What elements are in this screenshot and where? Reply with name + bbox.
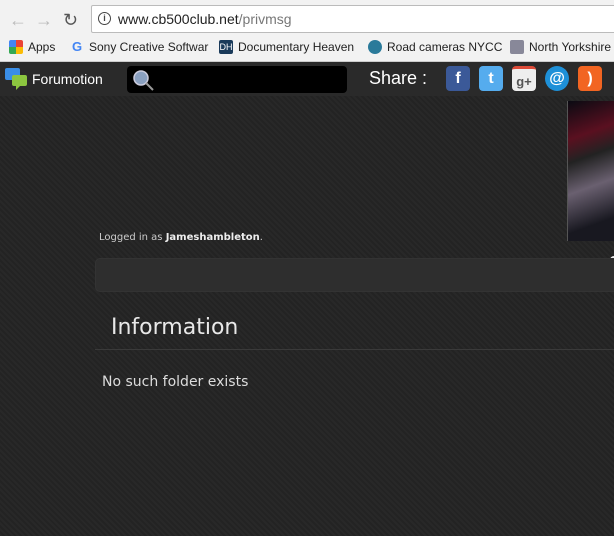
header-banner-image [567, 101, 614, 241]
forumotion-brand[interactable]: Forumotion [32, 71, 103, 87]
bookmark-road-cameras[interactable]: Road cameras NYCC [368, 38, 502, 56]
logged-in-status: Logged in as Jameshambleton. [99, 232, 263, 243]
bookmark-label: Sony Creative Softwar [89, 40, 209, 54]
forumotion-logo-icon [5, 68, 27, 90]
url-host: www.cb500club.net [118, 11, 239, 27]
reload-button[interactable]: ↻ [63, 10, 78, 31]
email-icon[interactable]: @ [545, 66, 569, 91]
info-message: No such folder exists [102, 374, 249, 390]
twitter-icon[interactable]: t [479, 66, 503, 91]
info-icon[interactable]: i [98, 12, 111, 25]
nycc-icon [368, 40, 382, 54]
bookmark-apps[interactable]: Apps [9, 38, 55, 56]
share-label: Share : [369, 68, 428, 88]
url-path: /privmsg [238, 11, 292, 27]
page-title: Information [111, 315, 239, 340]
browser-chrome: ← → ↻ i www.cb500club.net/privmsg Apps G… [0, 0, 614, 62]
username-link[interactable]: Jameshambleton [166, 232, 260, 243]
dh-icon: DH [219, 40, 233, 54]
police-icon [510, 40, 524, 54]
address-bar[interactable]: i www.cb500club.net/privmsg [91, 5, 614, 33]
back-button[interactable]: ← [9, 10, 27, 31]
forumotion-toolbar: Forumotion Share : f t g+ @ ) [0, 62, 614, 96]
forward-button[interactable]: → [35, 10, 53, 31]
facebook-icon[interactable]: f [446, 66, 470, 91]
bookmark-label: Road cameras NYCC [387, 40, 503, 54]
google-plus-icon[interactable]: g+ [512, 66, 536, 91]
bookmark-label: Apps [28, 40, 56, 54]
rss-icon[interactable]: ) [578, 66, 602, 91]
bookmark-documentary-heaven[interactable]: DH Documentary Heaven [219, 38, 354, 56]
logged-prefix: Logged in as [99, 232, 166, 243]
page-content [0, 96, 614, 536]
apps-grid-icon [9, 40, 23, 54]
search-input[interactable] [127, 66, 347, 93]
bookmark-label: North Yorkshire [529, 40, 612, 54]
bookmark-label: Documentary Heaven [238, 40, 355, 54]
bookmark-sony[interactable]: G Sony Creative Softwar [70, 38, 208, 56]
nav-bar [95, 258, 614, 292]
bookmark-north-yorkshire[interactable]: North Yorkshire [510, 38, 611, 56]
google-icon: G [71, 39, 83, 54]
search-icon [133, 70, 154, 91]
logged-suffix: . [259, 232, 263, 243]
title-divider [95, 349, 614, 350]
